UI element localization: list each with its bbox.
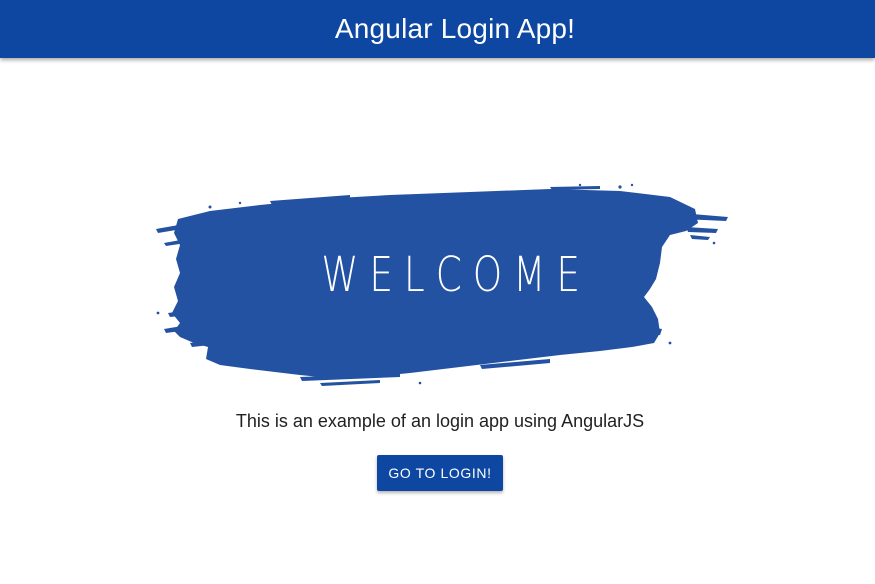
go-to-login-button[interactable]: GO TO LOGIN!: [377, 455, 503, 491]
app-title: Angular Login App!: [334, 13, 576, 44]
welcome-text: WELCOME: [321, 246, 591, 303]
app-toolbar: Angular Login App!: [0, 0, 875, 58]
welcome-banner: WELCOME: [150, 183, 730, 388]
app-description: This is an example of an login app using…: [235, 411, 645, 431]
